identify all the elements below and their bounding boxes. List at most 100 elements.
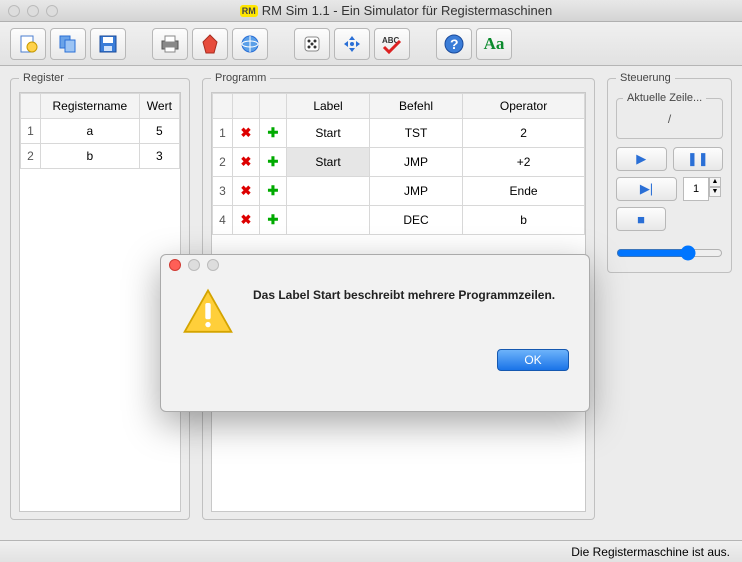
copy-button[interactable] bbox=[50, 28, 86, 60]
command-cell[interactable]: JMP bbox=[370, 177, 463, 206]
register-value-cell[interactable]: 5 bbox=[139, 119, 179, 144]
stop-button[interactable]: ■ bbox=[616, 207, 666, 231]
window-title: RM RM Sim 1.1 - Ein Simulator für Regist… bbox=[58, 3, 734, 18]
col-operator: Operator bbox=[463, 94, 585, 119]
delete-row-icon[interactable]: ✖ bbox=[237, 211, 255, 229]
play-button[interactable]: ▶ bbox=[616, 147, 667, 171]
dialog-message: Das Label Start beschreibt mehrere Progr… bbox=[253, 285, 555, 339]
command-cell[interactable]: JMP bbox=[370, 148, 463, 177]
maximize-window-icon[interactable] bbox=[46, 5, 58, 17]
register-header-row: Registername Wert bbox=[21, 94, 180, 119]
window-titlebar: RM RM Sim 1.1 - Ein Simulator für Regist… bbox=[0, 0, 742, 22]
close-window-icon[interactable] bbox=[8, 5, 20, 17]
row-number: 3 bbox=[213, 177, 233, 206]
program-panel-title: Programm bbox=[211, 72, 270, 84]
web-button[interactable] bbox=[232, 28, 268, 60]
add-row-icon[interactable]: ✚ bbox=[264, 124, 282, 142]
label-cell[interactable]: Start bbox=[287, 119, 370, 148]
operator-cell[interactable]: b bbox=[463, 206, 585, 235]
help-icon: ? bbox=[443, 33, 465, 55]
spellcheck-icon: ABC bbox=[380, 33, 404, 55]
program-row[interactable]: 2 ✖ ✚ Start JMP +2 bbox=[213, 148, 585, 177]
print-icon bbox=[159, 33, 181, 55]
current-line-box: Aktuelle Zeile... / bbox=[616, 92, 723, 139]
register-row[interactable]: 1 a 5 bbox=[21, 119, 180, 144]
dialog-maximize-icon bbox=[207, 259, 219, 271]
dialog-close-icon[interactable] bbox=[169, 259, 181, 271]
font-icon: Aa bbox=[484, 34, 505, 54]
operator-cell[interactable]: Ende bbox=[463, 177, 585, 206]
add-row-icon[interactable]: ✚ bbox=[264, 153, 282, 171]
window-title-text: RM Sim 1.1 - Ein Simulator für Registerm… bbox=[262, 3, 552, 18]
minimize-window-icon[interactable] bbox=[27, 5, 39, 17]
delete-row-icon[interactable]: ✖ bbox=[237, 124, 255, 142]
step-forward-icon: ▶| bbox=[640, 181, 653, 197]
app-badge-icon: RM bbox=[240, 5, 258, 17]
svg-text:?: ? bbox=[450, 36, 459, 52]
pause-button[interactable]: ❚❚ bbox=[673, 147, 724, 171]
font-button[interactable]: Aa bbox=[476, 28, 512, 60]
save-icon bbox=[97, 33, 119, 55]
label-cell[interactable]: Start bbox=[287, 148, 370, 177]
warning-icon bbox=[181, 285, 235, 339]
row-number: 2 bbox=[213, 148, 233, 177]
register-name-cell[interactable]: b bbox=[41, 144, 140, 169]
add-row-icon[interactable]: ✚ bbox=[264, 182, 282, 200]
row-number: 1 bbox=[213, 119, 233, 148]
main-toolbar: ABC ? Aa bbox=[0, 22, 742, 66]
pdf-icon bbox=[199, 33, 221, 55]
row-number: 2 bbox=[21, 144, 41, 169]
ok-button[interactable]: OK bbox=[497, 349, 569, 371]
program-table[interactable]: Label Befehl Operator 1 ✖ ✚ Start TST 2 … bbox=[212, 93, 585, 235]
dialog-titlebar bbox=[161, 255, 589, 275]
col-label: Label bbox=[287, 94, 370, 119]
register-name-cell[interactable]: a bbox=[41, 119, 140, 144]
new-document-icon bbox=[17, 33, 39, 55]
status-text: Die Registermaschine ist aus. bbox=[571, 545, 730, 559]
step-up-icon[interactable]: ▲ bbox=[709, 177, 721, 187]
add-row-icon[interactable]: ✚ bbox=[264, 211, 282, 229]
operator-cell[interactable]: 2 bbox=[463, 119, 585, 148]
col-befehl: Befehl bbox=[370, 94, 463, 119]
command-cell[interactable]: TST bbox=[370, 119, 463, 148]
speed-slider[interactable] bbox=[616, 245, 723, 261]
delete-row-icon[interactable]: ✖ bbox=[237, 153, 255, 171]
pause-icon: ❚❚ bbox=[687, 151, 709, 167]
register-table[interactable]: Registername Wert 1 a 5 2 b 3 bbox=[20, 93, 180, 169]
control-panel-title: Steuerung bbox=[616, 72, 675, 84]
print-button[interactable] bbox=[152, 28, 188, 60]
program-row[interactable]: 3 ✖ ✚ JMP Ende bbox=[213, 177, 585, 206]
register-table-wrap: Registername Wert 1 a 5 2 b 3 bbox=[19, 92, 181, 512]
new-button[interactable] bbox=[10, 28, 46, 60]
dice-button[interactable] bbox=[294, 28, 330, 60]
program-header-row: Label Befehl Operator bbox=[213, 94, 585, 119]
register-value-cell[interactable]: 3 bbox=[139, 144, 179, 169]
step-count-input[interactable] bbox=[683, 177, 709, 201]
play-icon: ▶ bbox=[636, 151, 646, 167]
save-button[interactable] bbox=[90, 28, 126, 60]
label-cell[interactable] bbox=[287, 177, 370, 206]
program-row[interactable]: 4 ✖ ✚ DEC b bbox=[213, 206, 585, 235]
current-line-value: / bbox=[623, 112, 716, 126]
pdf-button[interactable] bbox=[192, 28, 228, 60]
step-down-icon[interactable]: ▼ bbox=[709, 187, 721, 197]
spellcheck-button[interactable]: ABC bbox=[374, 28, 410, 60]
delete-row-icon[interactable]: ✖ bbox=[237, 182, 255, 200]
move-icon bbox=[341, 33, 363, 55]
step-count-stepper[interactable]: ▲ ▼ bbox=[683, 177, 723, 201]
register-row[interactable]: 2 b 3 bbox=[21, 144, 180, 169]
status-bar: Die Registermaschine ist aus. bbox=[0, 540, 742, 562]
traffic-lights bbox=[8, 5, 58, 17]
move-button[interactable] bbox=[334, 28, 370, 60]
col-wert: Wert bbox=[139, 94, 179, 119]
help-button[interactable]: ? bbox=[436, 28, 472, 60]
control-column: Steuerung Aktuelle Zeile... / ▶ ❚❚ ▶| ▲ … bbox=[607, 72, 732, 520]
program-row[interactable]: 1 ✖ ✚ Start TST 2 bbox=[213, 119, 585, 148]
command-cell[interactable]: DEC bbox=[370, 206, 463, 235]
col-registername: Registername bbox=[41, 94, 140, 119]
copy-icon bbox=[57, 33, 79, 55]
label-cell[interactable] bbox=[287, 206, 370, 235]
control-panel: Steuerung Aktuelle Zeile... / ▶ ❚❚ ▶| ▲ … bbox=[607, 72, 732, 273]
step-button[interactable]: ▶| bbox=[616, 177, 677, 201]
operator-cell[interactable]: +2 bbox=[463, 148, 585, 177]
